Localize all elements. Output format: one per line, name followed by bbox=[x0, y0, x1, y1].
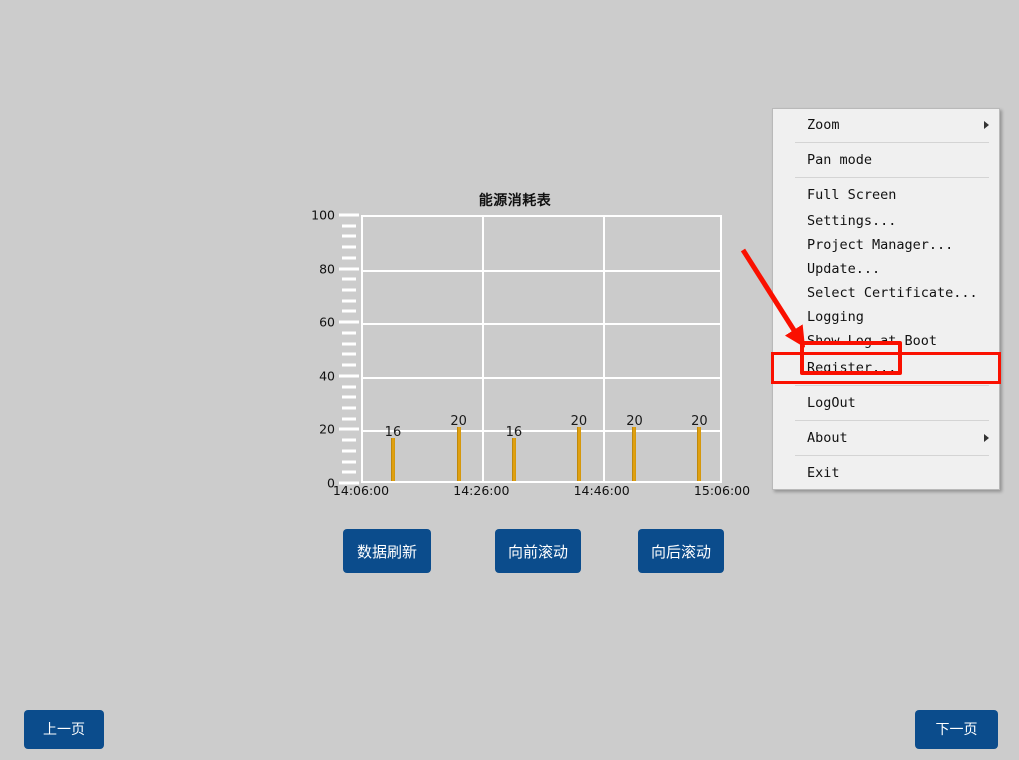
menu-item-label: LogOut bbox=[807, 395, 856, 411]
chart-y-tick-minor bbox=[342, 352, 356, 356]
chart-y-axis-label: 80 bbox=[319, 261, 335, 277]
chevron-right-icon bbox=[984, 121, 989, 129]
chart-y-axis-label: 60 bbox=[319, 314, 335, 330]
chart-y-axis-label: 40 bbox=[319, 368, 335, 384]
chart-bar bbox=[390, 438, 395, 481]
chart-x-axis-label: 15:06:00 bbox=[693, 483, 751, 498]
chart-y-tick-minor bbox=[342, 331, 356, 335]
menu-separator bbox=[795, 455, 989, 456]
chart-plot-area: 16 20 16 20 20 20 bbox=[361, 215, 722, 483]
chart-y-tick-minor bbox=[342, 309, 356, 313]
chart-bar bbox=[697, 427, 702, 481]
menu-item-about[interactable]: About bbox=[773, 424, 999, 452]
menu-item-full-screen[interactable]: Full Screen bbox=[773, 181, 999, 209]
chart-y-tick-minor bbox=[342, 417, 356, 421]
menu-item-label: Show Log at Boot bbox=[807, 333, 938, 349]
application-screen: 能源消耗表 100 80 60 40 20 0 16 20 16 20 20 20 14:06:00… bbox=[0, 0, 1019, 760]
chart-bar-value-label: 20 bbox=[626, 414, 643, 430]
menu-separator bbox=[795, 142, 989, 143]
chart-x-axis-label: 14:06:00 bbox=[332, 483, 390, 498]
chart-gridline-vertical bbox=[602, 217, 605, 481]
menu-item-select-certificate[interactable]: Select Certificate... bbox=[773, 281, 999, 305]
chart-y-tick-minor bbox=[342, 470, 356, 474]
chart-bar-value-label: 16 bbox=[505, 425, 523, 441]
chart-bar-value-label: 16 bbox=[384, 425, 402, 441]
chart-y-tick-minor bbox=[342, 395, 356, 399]
chart-y-tick-minor bbox=[342, 245, 356, 249]
chart-y-tick-minor bbox=[342, 363, 356, 367]
chart-y-tick-major bbox=[339, 374, 359, 378]
menu-item-label: Settings... bbox=[807, 213, 897, 229]
menu-item-label: Project Manager... bbox=[807, 237, 954, 253]
chart-gridline-horizontal bbox=[363, 269, 720, 272]
chart-y-tick-minor bbox=[342, 342, 356, 346]
chart-y-tick-minor bbox=[342, 234, 356, 238]
menu-item-settings[interactable]: Settings... bbox=[773, 209, 999, 233]
chart-y-tick-minor bbox=[342, 224, 356, 228]
chart-x-axis-label: 14:46:00 bbox=[573, 483, 630, 498]
chart-gridline-horizontal bbox=[363, 376, 720, 379]
chart-y-axis: 100 80 60 40 20 0 bbox=[300, 208, 361, 491]
menu-item-project-manager[interactable]: Project Manager... bbox=[773, 233, 999, 257]
chart-y-axis-label: 100 bbox=[311, 207, 335, 223]
menu-item-label: About bbox=[807, 430, 848, 446]
chart-bar-value-label: 20 bbox=[570, 414, 588, 430]
chart-x-axis: 14:06:00 14:26:00 14:46:00 15:06:00 bbox=[333, 483, 750, 505]
menu-item-label: Select Certificate... bbox=[807, 285, 978, 301]
chart-bar bbox=[632, 427, 637, 481]
menu-item-logout[interactable]: LogOut bbox=[773, 389, 999, 417]
chart-y-tick-minor bbox=[342, 299, 356, 303]
chart-y-tick-minor bbox=[342, 385, 356, 389]
menu-item-zoom[interactable]: Zoom bbox=[773, 111, 999, 139]
chart-y-tick-minor bbox=[342, 288, 356, 292]
energy-consumption-chart: 能源消耗表 100 80 60 40 20 0 16 20 16 20 20 20 14:06:00… bbox=[300, 190, 750, 505]
chart-y-axis-label: 20 bbox=[319, 421, 335, 437]
chart-bar bbox=[576, 427, 581, 481]
chart-gridline-horizontal bbox=[363, 430, 720, 433]
menu-item-label: Pan mode bbox=[807, 152, 873, 168]
context-menu[interactable]: Zoom Pan mode Full Screen Settings... Projec… bbox=[771, 108, 1001, 490]
menu-item-logging[interactable]: Logging bbox=[773, 305, 999, 329]
menu-item-label: Register... bbox=[807, 360, 897, 376]
menu-item-label: Full Screen bbox=[807, 187, 897, 203]
chart-y-tick-major bbox=[339, 320, 359, 324]
menu-item-label: Logging bbox=[807, 309, 864, 325]
menu-item-exit[interactable]: Exit bbox=[773, 459, 999, 487]
chart-y-tick-minor bbox=[342, 449, 356, 453]
menu-item-label: Exit bbox=[807, 465, 840, 481]
chart-y-tick-major bbox=[339, 427, 359, 431]
menu-item-show-log-at-boot[interactable]: Show Log at Boot bbox=[773, 329, 999, 353]
previous-page-button[interactable]: 上一页 bbox=[24, 710, 104, 749]
menu-item-label: Update... bbox=[807, 261, 881, 277]
scroll-forward-button[interactable]: 向前滚动 bbox=[495, 529, 581, 573]
next-page-button[interactable]: 下一页 bbox=[915, 710, 998, 749]
chart-y-tick-major bbox=[339, 267, 359, 271]
chart-bar-value-label: 20 bbox=[450, 414, 467, 430]
chevron-right-icon bbox=[984, 434, 989, 442]
scroll-backward-button[interactable]: 向后滚动 bbox=[638, 529, 724, 573]
menu-separator bbox=[795, 177, 989, 178]
menu-item-register[interactable]: Register... bbox=[771, 352, 1001, 384]
data-refresh-button[interactable]: 数据刷新 bbox=[343, 529, 431, 573]
menu-separator bbox=[795, 420, 989, 421]
menu-separator bbox=[795, 385, 989, 386]
chart-y-tick-minor bbox=[342, 406, 356, 410]
menu-item-pan-mode[interactable]: Pan mode bbox=[773, 146, 999, 174]
chart-title: 能源消耗表 bbox=[478, 193, 552, 209]
menu-item-label: Zoom bbox=[807, 117, 840, 133]
chart-y-tick-minor bbox=[342, 438, 356, 442]
chart-y-tick-minor bbox=[342, 256, 356, 260]
chart-y-tick-minor bbox=[342, 277, 356, 281]
chart-bar-value-label: 20 bbox=[691, 414, 708, 430]
chart-y-tick-major bbox=[339, 213, 359, 217]
chart-gridline-horizontal bbox=[363, 323, 720, 326]
chart-x-axis-label: 14:26:00 bbox=[453, 483, 510, 498]
chart-gridline-vertical bbox=[482, 217, 485, 481]
chart-bar bbox=[456, 427, 461, 481]
chart-bar bbox=[511, 438, 516, 481]
menu-item-update[interactable]: Update... bbox=[773, 257, 999, 281]
chart-y-tick-minor bbox=[342, 460, 356, 464]
